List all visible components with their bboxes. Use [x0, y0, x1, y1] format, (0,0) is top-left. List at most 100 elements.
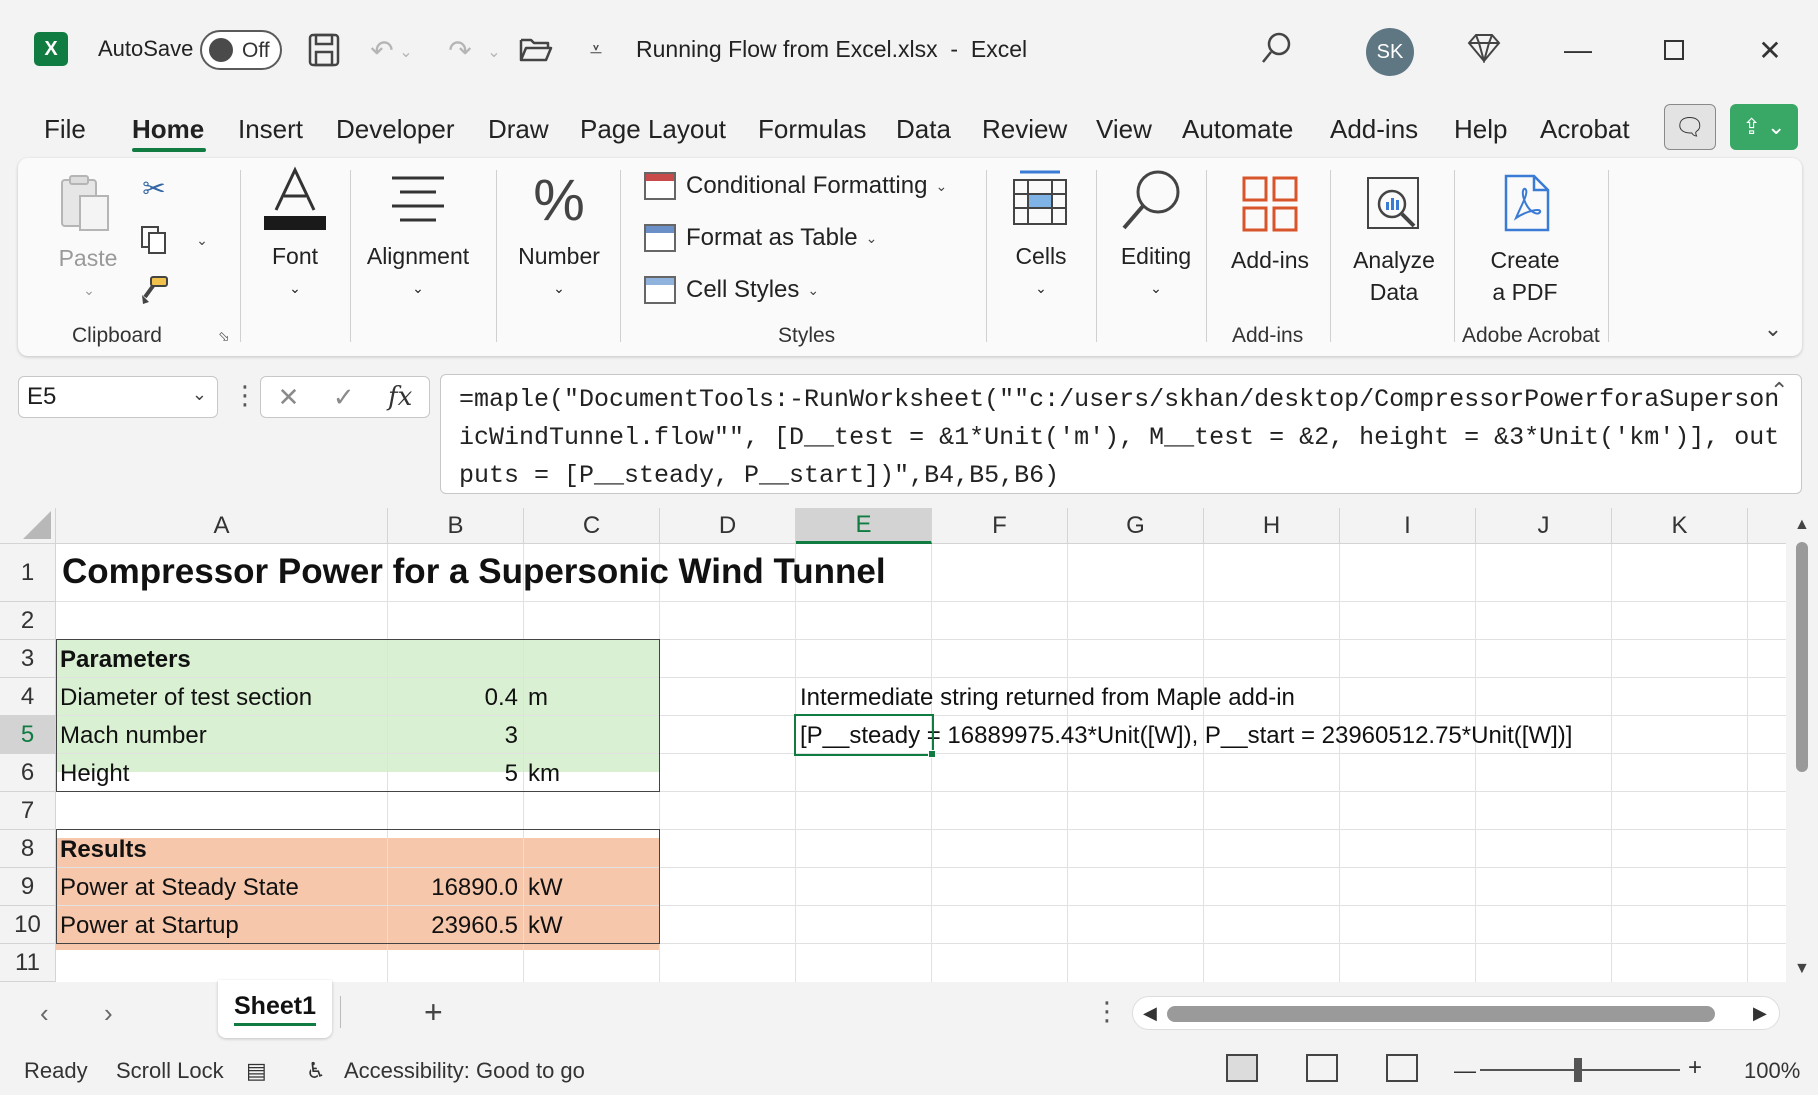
row-header-3[interactable]: 3 [0, 640, 56, 678]
cell-a1[interactable]: Compressor Power for a Supersonic Wind T… [62, 552, 886, 592]
more-options-icon[interactable]: ⋮ [232, 380, 258, 411]
cell-c9[interactable]: kW [528, 874, 563, 902]
row-header-7[interactable]: 7 [0, 792, 56, 830]
clipboard-launcher-icon[interactable]: ⬂ [214, 326, 234, 346]
analyze-data-icon[interactable] [1364, 174, 1422, 234]
tab-draw[interactable]: Draw [488, 114, 549, 145]
ribbon-collapse-chevron-icon[interactable]: ⌄ [1758, 314, 1788, 344]
column-header-j[interactable]: J [1476, 508, 1612, 544]
add-ins-button[interactable]: Add-ins [1218, 244, 1322, 276]
accessibility-icon[interactable]: ♿ [306, 1058, 326, 1084]
save-icon[interactable] [304, 30, 344, 70]
redo-icon[interactable]: ↷ [440, 30, 480, 70]
user-avatar[interactable]: SK [1366, 28, 1414, 76]
tab-acrobat[interactable]: Acrobat [1540, 114, 1630, 145]
alignment-dropdown-icon[interactable]: ⌄ [405, 272, 431, 304]
cell-b6[interactable]: 5 [388, 760, 518, 788]
cell-c6[interactable]: km [528, 760, 560, 788]
diamond-icon[interactable] [1464, 28, 1504, 68]
paste-dropdown-icon[interactable]: ⌄ [74, 274, 104, 306]
page-break-view-icon[interactable] [1386, 1054, 1418, 1082]
number-button[interactable]: Number [508, 240, 610, 272]
previous-sheet-icon[interactable]: ‹ [40, 998, 49, 1029]
editing-button[interactable]: Editing [1108, 240, 1204, 272]
paste-button[interactable]: Paste [48, 242, 128, 274]
column-header-h[interactable]: H [1204, 508, 1340, 544]
create-pdf-button[interactable]: Create a PDF [1472, 244, 1578, 308]
column-header-g[interactable]: G [1068, 508, 1204, 544]
cells-icon[interactable] [1010, 168, 1070, 230]
tab-page-layout[interactable]: Page Layout [580, 114, 726, 145]
row-header-6[interactable]: 6 [0, 754, 56, 792]
horizontal-scrollbar[interactable]: ◀ ▶ [1132, 996, 1780, 1030]
cell-a10[interactable]: Power at Startup [60, 912, 239, 940]
comments-button[interactable]: 🗨 [1664, 104, 1716, 150]
close-icon[interactable]: ✕ [1742, 22, 1798, 78]
add-sheet-icon[interactable]: + [424, 994, 443, 1031]
undo-dropdown-icon[interactable]: ⌄ [396, 32, 416, 72]
autosave-toggle[interactable]: Off [200, 30, 282, 70]
name-box[interactable]: E5 ⌄ [18, 376, 218, 418]
column-header-f[interactable]: F [932, 508, 1068, 544]
tab-formulas[interactable]: Formulas [758, 114, 866, 145]
alignment-icon[interactable] [388, 172, 448, 226]
cell-a3[interactable]: Parameters [60, 646, 191, 674]
zoom-slider-handle[interactable] [1574, 1058, 1582, 1082]
minimize-icon[interactable]: — [1550, 22, 1606, 78]
tab-help[interactable]: Help [1454, 114, 1507, 145]
tab-developer[interactable]: Developer [336, 114, 455, 145]
cell-a9[interactable]: Power at Steady State [60, 874, 299, 902]
collapse-formula-bar-icon[interactable]: ⌃ [1770, 378, 1788, 404]
page-layout-view-icon[interactable] [1306, 1054, 1338, 1082]
cell-b5[interactable]: 3 [388, 722, 518, 750]
horizontal-scroll-thumb[interactable] [1167, 1006, 1715, 1022]
next-sheet-icon[interactable]: › [104, 998, 113, 1029]
analyze-data-button[interactable]: Analyze Data [1344, 244, 1444, 308]
create-pdf-icon[interactable] [1500, 174, 1552, 234]
formula-input[interactable]: =maple("DocumentTools:-RunWorksheet(""c:… [440, 374, 1802, 494]
tab-add-ins[interactable]: Add-ins [1330, 114, 1418, 145]
status-scroll-lock[interactable]: Scroll Lock [116, 1058, 224, 1084]
search-icon[interactable] [1256, 28, 1296, 68]
row-header-1[interactable]: 1 [0, 544, 56, 602]
open-folder-icon[interactable] [516, 30, 556, 70]
cell-b9[interactable]: 16890.0 [388, 874, 518, 902]
editing-search-icon[interactable] [1118, 168, 1184, 232]
cell-styles-button[interactable]: Cell Styles ⌄ [644, 276, 819, 304]
format-as-table-button[interactable]: Format as Table ⌄ [644, 224, 877, 252]
row-header-10[interactable]: 10 [0, 906, 56, 944]
row-header-4[interactable]: 4 [0, 678, 56, 716]
font-icon[interactable] [262, 166, 328, 232]
maximize-icon[interactable] [1646, 22, 1702, 78]
customize-toolbar-icon[interactable]: ⩡ [576, 30, 616, 70]
cancel-icon[interactable]: ✕ [278, 382, 300, 413]
cells-button[interactable]: Cells [1002, 240, 1080, 272]
alignment-button[interactable]: Alignment [362, 240, 474, 272]
cell-e4[interactable]: Intermediate string returned from Maple … [800, 684, 1295, 712]
normal-view-icon[interactable] [1226, 1054, 1258, 1082]
column-header-i[interactable]: I [1340, 508, 1476, 544]
number-dropdown-icon[interactable]: ⌄ [546, 272, 572, 304]
editing-dropdown-icon[interactable]: ⌄ [1143, 272, 1169, 304]
add-ins-icon[interactable] [1240, 174, 1300, 234]
scroll-up-icon[interactable]: ▲ [1794, 516, 1810, 534]
paste-icon[interactable] [58, 174, 112, 232]
tab-review[interactable]: Review [982, 114, 1067, 145]
cell-b4[interactable]: 0.4 [388, 684, 518, 712]
cell-a5[interactable]: Mach number [60, 722, 207, 750]
cell-a6[interactable]: Height [60, 760, 129, 788]
cut-icon[interactable]: ✂ [138, 172, 170, 204]
vertical-scroll-thumb[interactable] [1796, 542, 1808, 772]
tab-home[interactable]: Home [132, 114, 204, 145]
conditional-formatting-button[interactable]: Conditional Formatting ⌄ [644, 172, 947, 200]
column-header-d[interactable]: D [660, 508, 796, 544]
redo-dropdown-icon[interactable]: ⌄ [484, 32, 504, 72]
column-header-a[interactable]: A [56, 508, 388, 544]
vertical-scrollbar[interactable]: ▲ ▼ [1786, 508, 1818, 982]
cells-dropdown-icon[interactable]: ⌄ [1028, 272, 1054, 304]
column-header-k[interactable]: K [1612, 508, 1748, 544]
column-header-e[interactable]: E [796, 508, 932, 544]
cell-a4[interactable]: Diameter of test section [60, 684, 312, 712]
font-dropdown-icon[interactable]: ⌄ [282, 272, 308, 304]
font-button[interactable]: Font [252, 240, 338, 272]
